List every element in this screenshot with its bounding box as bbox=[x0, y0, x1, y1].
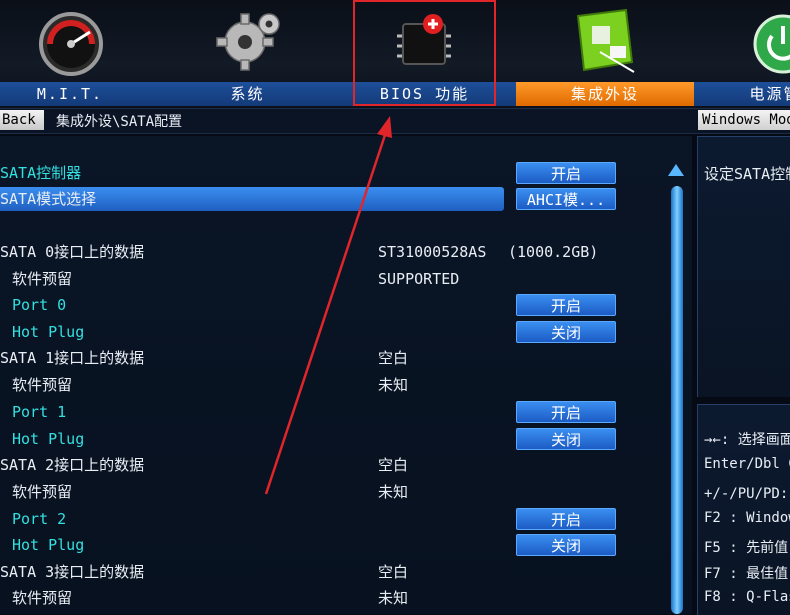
sata0-value: ST31000528AS bbox=[378, 243, 487, 261]
hotplug0-button[interactable]: 关闭 bbox=[516, 321, 616, 343]
hotkey-line: +/-/PU/PD: 数值 bbox=[704, 486, 790, 502]
back-button[interactable]: Back bbox=[0, 110, 44, 130]
sata2-reserve-label: 软件预留 bbox=[12, 483, 73, 501]
chip-icon bbox=[397, 14, 451, 65]
sata0-label: SATA 0接口上的数据 bbox=[0, 243, 145, 261]
port1-button[interactable]: 开启 bbox=[516, 401, 616, 423]
power-icon bbox=[753, 14, 790, 74]
tab-label: M.I.T. bbox=[36, 85, 104, 103]
hotkey-line: →←: 选择画面 bbox=[704, 432, 790, 448]
sata0-reserve-label: 软件预留 bbox=[12, 270, 73, 288]
hotplug2-button[interactable]: 关闭 bbox=[516, 534, 616, 556]
sata-mode-button[interactable]: AHCI模... bbox=[516, 188, 616, 210]
hotkey-line: F7 : 最佳值 bbox=[704, 566, 789, 582]
sub-navigation-bar: Back 集成外设\SATA配置 Windows Mode bbox=[0, 108, 790, 134]
tab-bios-features[interactable]: BIOS 功能 bbox=[353, 0, 496, 106]
tab-label: 电源管 bbox=[749, 85, 790, 103]
sata3-label: SATA 3接口上的数据 bbox=[0, 563, 145, 581]
help-description: 设定SATA控制器 bbox=[704, 165, 790, 183]
hotplug0-label[interactable]: Hot Plug bbox=[12, 320, 84, 344]
sata2-value: 空白 bbox=[378, 456, 409, 474]
tab-mit[interactable]: M.I.T. bbox=[0, 0, 140, 108]
port2-button[interactable]: 开启 bbox=[516, 508, 616, 530]
breadcrumb: 集成外设\SATA配置 bbox=[56, 114, 183, 130]
gear-icon bbox=[216, 13, 280, 71]
hotplug2-label[interactable]: Hot Plug bbox=[12, 533, 84, 557]
hotkey-panel: →←: 选择画面 Enter/Dbl Click +/-/PU/PD: 数值 F… bbox=[697, 404, 790, 615]
scrollbar-thumb[interactable] bbox=[671, 186, 683, 614]
hotkey-line: F2 : Windows bbox=[704, 510, 790, 526]
help-description-panel: 设定SATA控制器 bbox=[697, 136, 790, 397]
hotplug1-button[interactable]: 关闭 bbox=[516, 428, 616, 450]
sata3-reserve-value: 未知 bbox=[378, 589, 409, 607]
sata1-reserve-label: 软件预留 bbox=[12, 376, 73, 394]
hotkey-line: Enter/Dbl Click bbox=[704, 456, 790, 472]
sata-controller-button[interactable]: 开启 bbox=[516, 162, 616, 184]
motherboard-icon bbox=[576, 8, 635, 73]
scroll-up-arrow-icon[interactable] bbox=[668, 164, 684, 176]
sata-mode-label: SATA模式选择 bbox=[0, 190, 97, 208]
port2-label[interactable]: Port 2 bbox=[12, 507, 66, 531]
tab-system[interactable]: 系统 bbox=[175, 0, 320, 108]
tab-label: BIOS 功能 bbox=[379, 85, 470, 103]
sata-mode-row[interactable]: SATA模式选择 bbox=[0, 187, 504, 211]
hotplug1-label[interactable]: Hot Plug bbox=[12, 427, 84, 451]
port1-label[interactable]: Port 1 bbox=[12, 400, 66, 424]
top-menu-bar: M.I.T. 系统 BIOS 功能 集成外设 电源 bbox=[0, 0, 790, 108]
port0-button[interactable]: 开启 bbox=[516, 294, 616, 316]
hotkey-line: F8 : Q-Flash bbox=[704, 589, 790, 605]
sata3-value: 空白 bbox=[378, 563, 409, 581]
os-mode-field[interactable]: Windows Mode bbox=[698, 110, 790, 130]
sata2-reserve-value: 未知 bbox=[378, 483, 409, 501]
sata2-label: SATA 2接口上的数据 bbox=[0, 456, 145, 474]
sata1-label: SATA 1接口上的数据 bbox=[0, 349, 145, 367]
sata-controller-label[interactable]: SATA控制器 bbox=[0, 161, 81, 185]
sata0-size: (1000.2GB) bbox=[508, 243, 599, 261]
sata3-reserve-label: 软件预留 bbox=[12, 589, 73, 607]
speedometer-icon bbox=[39, 12, 103, 76]
hotkey-line: F5 : 先前值 bbox=[704, 540, 789, 556]
tab-power-management[interactable]: 电源管 bbox=[720, 0, 790, 108]
port0-label[interactable]: Port 0 bbox=[12, 293, 66, 317]
tab-label: 集成外设 bbox=[516, 82, 694, 106]
tab-integrated-peripherals[interactable]: 集成外设 bbox=[516, 0, 694, 108]
sata1-value: 空白 bbox=[378, 349, 409, 367]
tab-label: 系统 bbox=[230, 85, 265, 103]
sata1-reserve-value: 未知 bbox=[378, 376, 409, 394]
sata0-reserve-value: SUPPORTED bbox=[378, 270, 460, 288]
